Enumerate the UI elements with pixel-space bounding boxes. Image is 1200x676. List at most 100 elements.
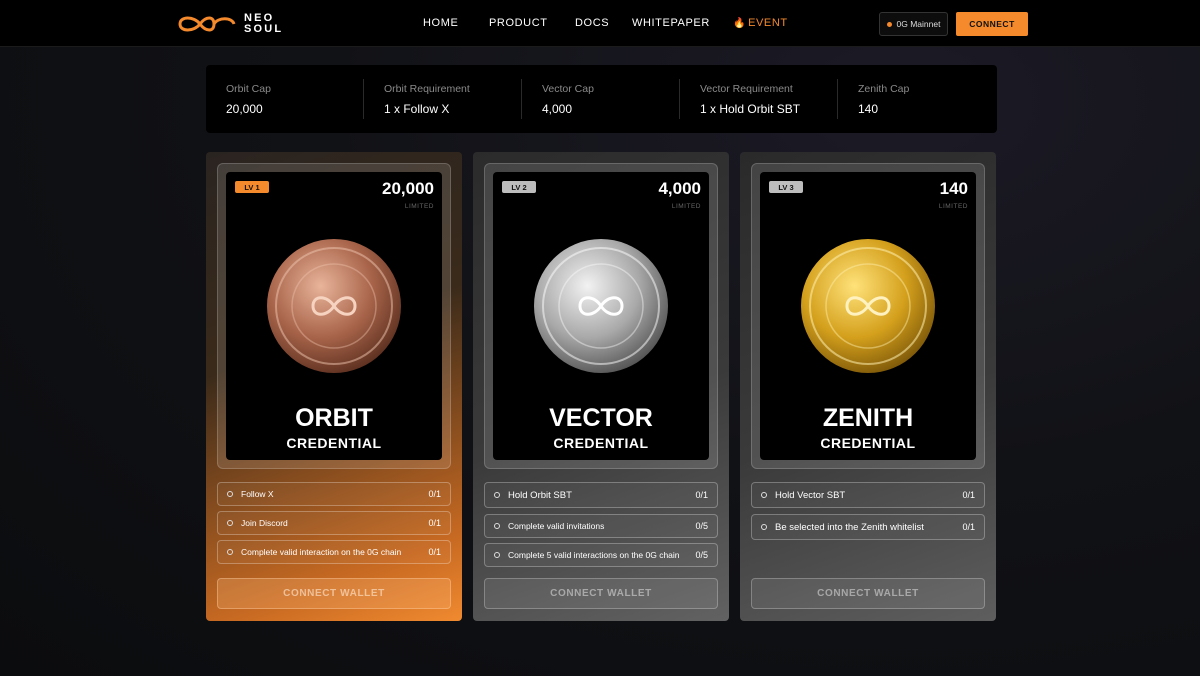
stats-bar: Orbit Cap 20,000 Orbit Requirement 1 x F… bbox=[206, 65, 997, 133]
credential-subtitle: CREDENTIAL bbox=[553, 435, 649, 451]
task-item[interactable]: Complete valid interaction on the 0G cha… bbox=[217, 540, 451, 564]
stat-value: 1 x Hold Orbit SBT bbox=[700, 102, 801, 116]
task-list: Hold Vector SBT 0/1 Be selected into the… bbox=[751, 482, 985, 546]
task-progress: 0/1 bbox=[428, 547, 441, 557]
nav-link-whitepaper[interactable]: WHITEPAPER bbox=[632, 17, 710, 29]
credential-frame: LV 2 4,000 LIMITED VECTOR CREDENTIAL bbox=[484, 163, 718, 469]
network-status-dot-icon bbox=[886, 21, 892, 27]
stat-label: Orbit Cap bbox=[226, 83, 271, 95]
limit-label: LIMITED bbox=[938, 203, 968, 210]
task-name: Be selected into the Zenith whitelist bbox=[775, 521, 924, 533]
infinity-logo-icon bbox=[178, 16, 236, 32]
limit-label: LIMITED bbox=[404, 203, 434, 210]
silver-coin-icon bbox=[534, 239, 668, 373]
credential-subtitle: CREDENTIAL bbox=[286, 435, 382, 451]
task-status-circle-icon bbox=[227, 549, 233, 555]
orbit-credential-card: LV 1 20,000 LIMITED ORBIT CREDENTIAL Fol… bbox=[206, 152, 462, 621]
connect-wallet-button[interactable]: CONNECT WALLET bbox=[751, 578, 985, 609]
task-list: Follow X 0/1 Join Discord 0/1 Complete v… bbox=[217, 482, 451, 569]
credential-display: LV 2 4,000 LIMITED VECTOR CREDENTIAL bbox=[493, 172, 709, 460]
level-badge: LV 1 bbox=[235, 181, 269, 193]
limit-label: LIMITED bbox=[671, 203, 701, 210]
task-status-circle-icon bbox=[494, 552, 500, 558]
flame-icon: 🔥 bbox=[733, 18, 747, 29]
network-label: 0G Mainnet bbox=[896, 19, 941, 29]
top-nav: NEO SOUL HOME PRODUCT DOCS WHITEPAPER 🔥 E… bbox=[0, 0, 1200, 47]
nav-link-docs[interactable]: DOCS bbox=[575, 17, 609, 29]
credential-title: VECTOR bbox=[549, 404, 653, 432]
task-status-circle-icon bbox=[227, 491, 233, 497]
credential-frame: LV 3 140 LIMITED ZENITH CREDENTIAL bbox=[751, 163, 985, 469]
zenith-credential-card: LV 3 140 LIMITED ZENITH CREDENTIAL Hold … bbox=[740, 152, 996, 621]
vector-credential-card: LV 2 4,000 LIMITED VECTOR CREDENTIAL Hol… bbox=[473, 152, 729, 621]
stat-value: 140 bbox=[858, 102, 879, 116]
credential-display: LV 3 140 LIMITED ZENITH CREDENTIAL bbox=[760, 172, 976, 460]
task-name: Complete 5 valid interactions on the 0G … bbox=[508, 550, 680, 560]
task-status-circle-icon bbox=[227, 520, 233, 526]
task-item[interactable]: Join Discord 0/1 bbox=[217, 511, 451, 535]
stat-label: Vector Cap bbox=[542, 83, 594, 95]
stat-label: Orbit Requirement bbox=[384, 83, 470, 95]
task-progress: 0/5 bbox=[695, 521, 708, 531]
stat-value: 1 x Follow X bbox=[384, 102, 450, 116]
nav-link-event-label: EVENT bbox=[748, 17, 788, 29]
stat-divider bbox=[521, 79, 522, 119]
task-status-circle-icon bbox=[494, 492, 500, 498]
task-progress: 0/1 bbox=[428, 489, 441, 499]
credential-title: ORBIT bbox=[295, 404, 373, 432]
logo-text-line2: SOUL bbox=[244, 23, 284, 35]
task-item[interactable]: Complete valid invitations 0/5 bbox=[484, 514, 718, 538]
nav-link-event[interactable]: 🔥 EVENT bbox=[733, 17, 788, 29]
network-selector[interactable]: 0G Mainnet bbox=[879, 12, 948, 36]
task-status-circle-icon bbox=[494, 523, 500, 529]
task-progress: 0/1 bbox=[962, 522, 975, 532]
task-name: Complete valid invitations bbox=[508, 521, 605, 531]
credential-title: ZENITH bbox=[822, 404, 914, 432]
task-item[interactable]: Be selected into the Zenith whitelist 0/… bbox=[751, 514, 985, 540]
stat-orbit-cap: Orbit Cap 20,000 bbox=[226, 83, 271, 116]
task-progress: 0/1 bbox=[962, 490, 975, 500]
task-status-circle-icon bbox=[761, 492, 767, 498]
stat-vector-cap: Vector Cap 4,000 bbox=[542, 83, 594, 116]
limit-count: 4,000 bbox=[658, 179, 701, 198]
task-name: Complete valid interaction on the 0G cha… bbox=[241, 547, 402, 557]
task-list: Hold Orbit SBT 0/1 Complete valid invita… bbox=[484, 482, 718, 572]
task-progress: 0/1 bbox=[695, 490, 708, 500]
task-name: Join Discord bbox=[241, 518, 288, 528]
task-item[interactable]: Follow X 0/1 bbox=[217, 482, 451, 506]
stat-vector-requirement: Vector Requirement 1 x Hold Orbit SBT bbox=[700, 83, 800, 116]
stat-zenith-cap: Zenith Cap 140 bbox=[858, 83, 909, 116]
logo[interactable]: NEO SOUL bbox=[174, 11, 283, 37]
nav-link-home[interactable]: HOME bbox=[423, 17, 458, 29]
bronze-coin-icon bbox=[267, 239, 401, 373]
stat-label: Zenith Cap bbox=[858, 83, 910, 95]
task-name: Hold Orbit SBT bbox=[508, 489, 572, 501]
stat-orbit-requirement: Orbit Requirement 1 x Follow X bbox=[384, 83, 470, 116]
limit-count: 140 bbox=[939, 179, 968, 198]
task-item[interactable]: Hold Orbit SBT 0/1 bbox=[484, 482, 718, 508]
task-name: Hold Vector SBT bbox=[775, 489, 846, 501]
task-progress: 0/1 bbox=[428, 518, 441, 528]
gold-coin-icon bbox=[801, 239, 935, 373]
credential-display: LV 1 20,000 LIMITED ORBIT CREDENTIAL bbox=[226, 172, 442, 460]
stat-divider bbox=[837, 79, 838, 119]
stat-divider bbox=[363, 79, 364, 119]
credential-frame: LV 1 20,000 LIMITED ORBIT CREDENTIAL bbox=[217, 163, 451, 469]
connect-button[interactable]: CONNECT bbox=[956, 12, 1028, 36]
connect-wallet-button[interactable]: CONNECT WALLET bbox=[217, 578, 451, 609]
level-badge: LV 3 bbox=[769, 181, 803, 193]
stat-value: 4,000 bbox=[542, 102, 573, 116]
task-progress: 0/5 bbox=[695, 550, 708, 560]
task-status-circle-icon bbox=[761, 524, 767, 530]
stat-label: Vector Requirement bbox=[700, 83, 793, 95]
logo-text: NEO SOUL bbox=[244, 13, 283, 35]
stat-value: 20,000 bbox=[226, 102, 263, 116]
level-badge: LV 2 bbox=[502, 181, 536, 193]
nav-link-product[interactable]: PRODUCT bbox=[489, 17, 548, 29]
task-item[interactable]: Hold Vector SBT 0/1 bbox=[751, 482, 985, 508]
connect-wallet-button[interactable]: CONNECT WALLET bbox=[484, 578, 718, 609]
task-item[interactable]: Complete 5 valid interactions on the 0G … bbox=[484, 543, 718, 567]
limit-count: 20,000 bbox=[382, 179, 434, 198]
task-name: Follow X bbox=[241, 489, 274, 499]
stat-divider bbox=[679, 79, 680, 119]
